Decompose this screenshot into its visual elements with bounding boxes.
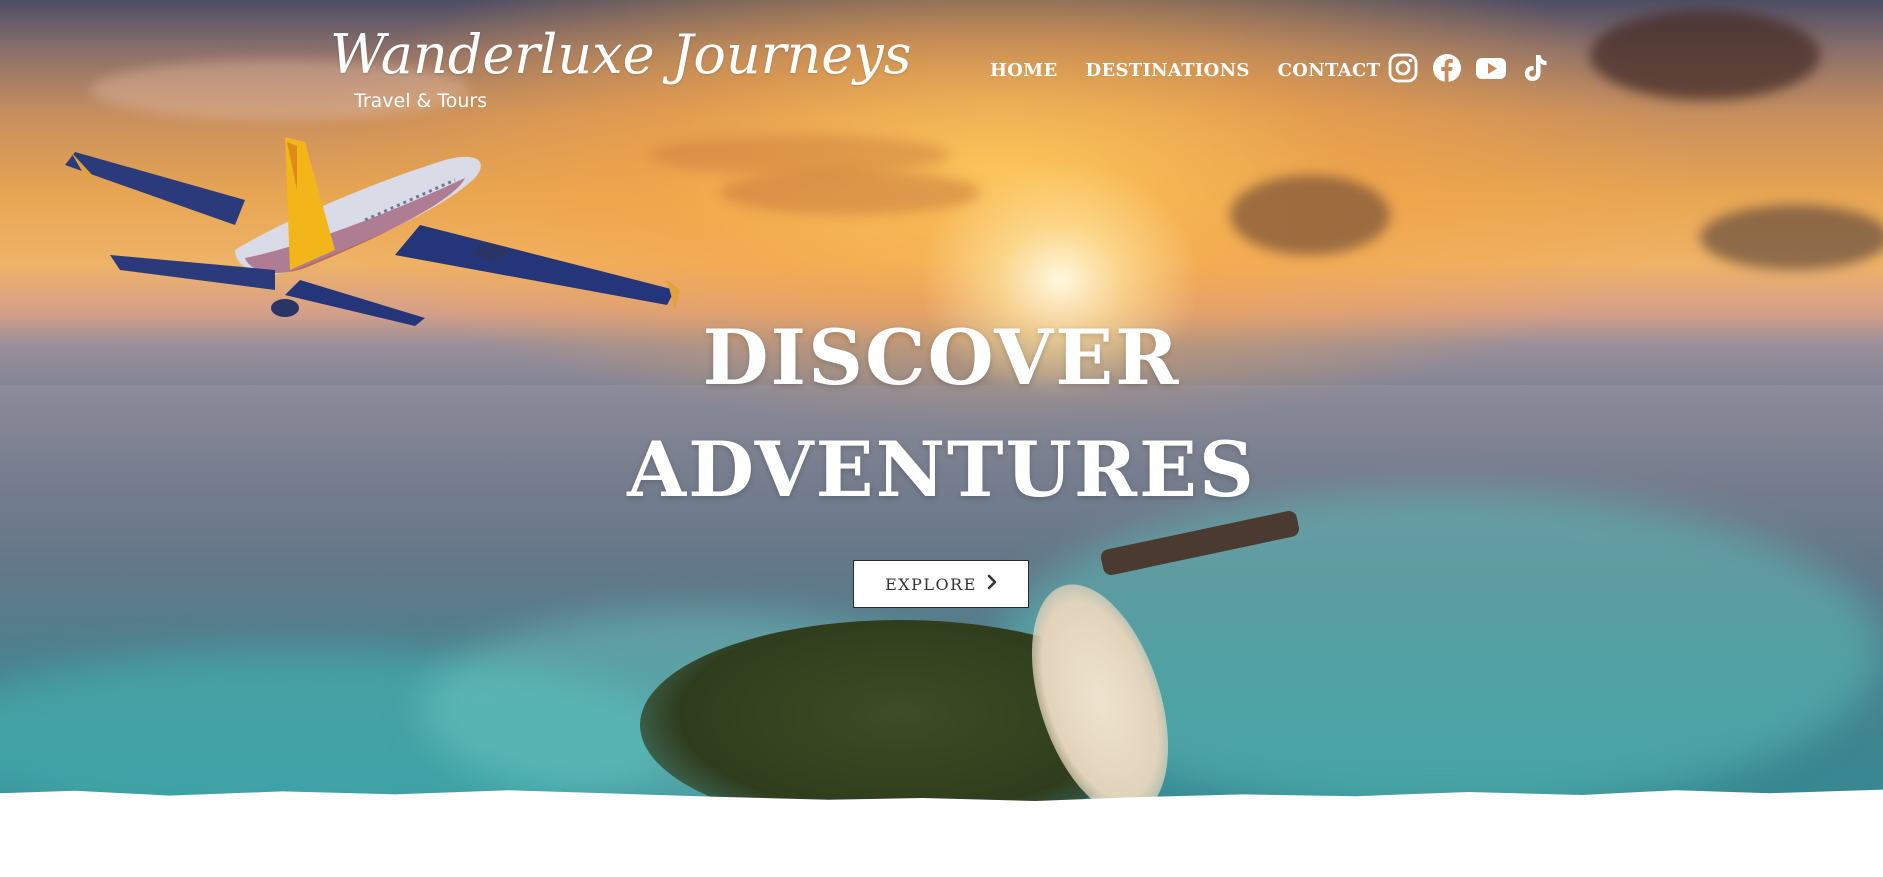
hero-headline-line2: ADVENTURES xyxy=(627,425,1256,514)
youtube-icon[interactable] xyxy=(1475,52,1507,84)
cloud xyxy=(1230,175,1390,255)
hero-headline-line1: DISCOVER xyxy=(702,313,1181,402)
airplane-image xyxy=(65,137,680,326)
cloud xyxy=(1700,205,1883,270)
hero-background-image xyxy=(0,0,1883,820)
cloud xyxy=(650,135,950,175)
nav-destinations[interactable]: DESTINATIONS xyxy=(1086,60,1250,81)
facebook-icon[interactable] xyxy=(1431,52,1463,84)
instagram-icon[interactable] xyxy=(1387,52,1419,84)
cloud xyxy=(720,170,980,215)
main-nav: HOME DESTINATIONS CONTACT xyxy=(990,60,1380,81)
brand-logo[interactable]: Wanderluxe Journeys Travel & Tours xyxy=(330,23,912,113)
chevron-right-icon xyxy=(987,574,997,594)
tiktok-icon[interactable] xyxy=(1519,52,1551,84)
cloud xyxy=(1590,10,1820,100)
explore-button[interactable]: EXPLORE xyxy=(853,560,1029,608)
page: Wanderluxe Journeys Travel & Tours HOME … xyxy=(0,0,1883,877)
social-links xyxy=(1387,52,1551,84)
brand-tagline: Travel & Tours xyxy=(354,90,488,112)
explore-button-label: EXPLORE xyxy=(885,574,977,594)
brand-name: Wanderluxe Journeys xyxy=(330,23,912,86)
nav-home[interactable]: HOME xyxy=(990,60,1058,81)
nav-contact[interactable]: CONTACT xyxy=(1278,60,1381,81)
